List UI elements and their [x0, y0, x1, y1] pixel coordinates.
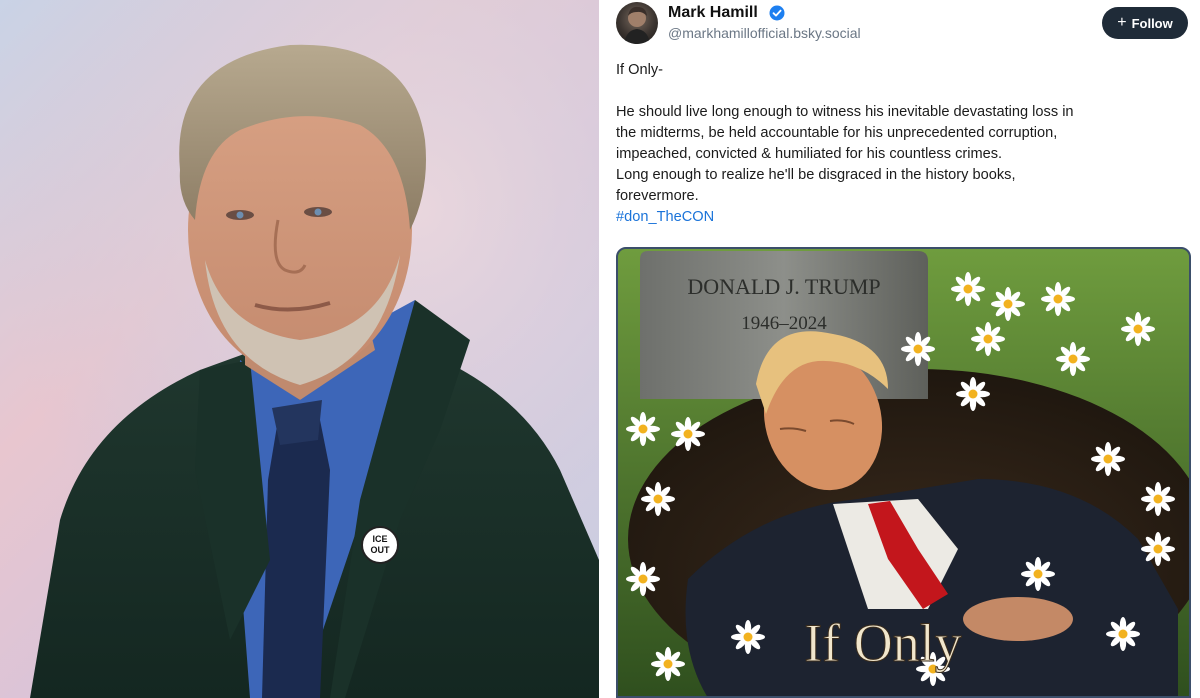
- post-text-line: He should live long enough to witness hi…: [616, 104, 1074, 120]
- post-card: Mark Hamill @markhamillofficial.bsky.soc…: [606, 0, 1200, 698]
- post-image[interactable]: DONALD J. TRUMP 1946–2024 If Only: [616, 247, 1191, 698]
- plus-icon: +: [1117, 14, 1127, 31]
- post-text-line: forevermore.: [616, 188, 699, 204]
- verified-icon: [769, 5, 785, 21]
- pin-text-top: ICE: [372, 534, 387, 544]
- hashtag-link[interactable]: #don_TheCON: [616, 207, 1191, 228]
- author-name[interactable]: Mark Hamill: [668, 4, 758, 22]
- post-image-illustration: DONALD J. TRUMP 1946–2024 If Only: [618, 249, 1189, 696]
- divider: [599, 0, 606, 698]
- portrait-illustration: ICE OUT: [0, 0, 599, 698]
- post-text-line: If Only-: [616, 62, 664, 78]
- portrait-photo: ICE OUT: [0, 0, 599, 698]
- image-caption: If Only: [804, 613, 961, 673]
- follow-button[interactable]: + Follow: [1102, 7, 1188, 39]
- avatar[interactable]: [616, 2, 658, 44]
- post-text-line: impeached, convicted & humiliated for hi…: [616, 146, 1003, 162]
- author-handle[interactable]: @markhamillofficial.bsky.social: [668, 25, 861, 41]
- pin-text-bottom: OUT: [371, 545, 391, 555]
- follow-label: Follow: [1131, 15, 1173, 31]
- post-body: If Only- He should live long enough to w…: [616, 60, 1191, 228]
- post-text-line: Long enough to realize he'll be disgrace…: [616, 167, 1016, 183]
- post-text-line: the midterms, be held accountable for hi…: [616, 125, 1058, 141]
- headstone-dates: 1946–2024: [741, 313, 827, 334]
- headstone-name: DONALD J. TRUMP: [687, 274, 880, 299]
